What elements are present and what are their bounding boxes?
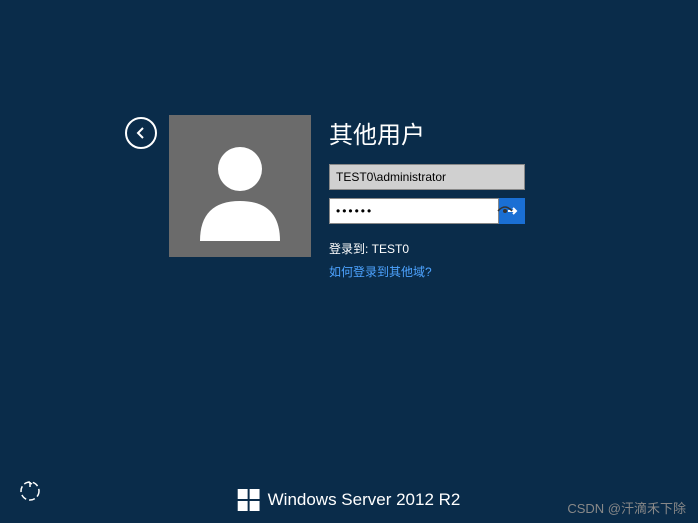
other-domain-link[interactable]: 如何登录到其他域? — [329, 263, 525, 280]
back-button[interactable] — [125, 117, 157, 149]
windows-branding: Windows Server 2012 R2 — [238, 489, 461, 511]
windows-logo-icon — [238, 489, 260, 511]
reveal-password-button[interactable] — [497, 199, 513, 223]
password-input[interactable] — [330, 199, 497, 223]
logon-to-label: 登录到: TEST0 — [329, 240, 525, 257]
login-title: 其他用户 — [329, 115, 525, 150]
ease-of-access-button[interactable] — [16, 477, 44, 505]
arrow-left-icon — [133, 125, 149, 141]
user-avatar — [169, 115, 311, 257]
eye-icon — [497, 205, 513, 217]
user-icon — [185, 131, 295, 241]
product-name: Windows Server 2012 R2 — [268, 490, 461, 510]
watermark-text: CSDN @汗滴禾下除 — [567, 498, 686, 517]
username-input[interactable] — [329, 164, 525, 190]
ease-of-access-icon — [18, 479, 42, 503]
